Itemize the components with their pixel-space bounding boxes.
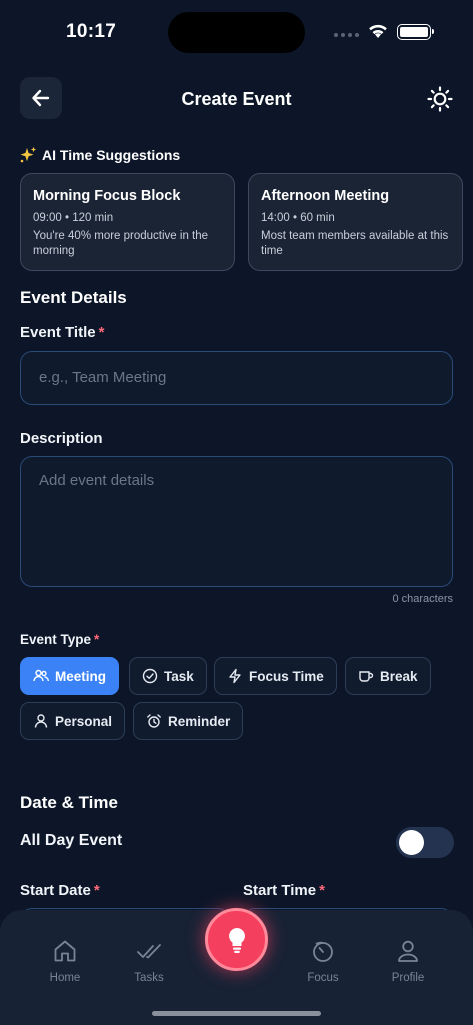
toggle-knob	[399, 830, 424, 855]
suggestion-title: Afternoon Meeting	[261, 188, 390, 204]
all-day-toggle[interactable]	[396, 827, 454, 858]
event-type-personal[interactable]: Personal	[20, 702, 126, 740]
date-time-heading: Date & Time	[20, 793, 118, 812]
event-title-placeholder: e.g., Team Meeting	[39, 369, 167, 386]
event-type-meeting[interactable]: Meeting	[20, 657, 120, 695]
event-title-label: Event Title *	[20, 324, 104, 341]
suggestion-description: Most team members available at this time	[261, 230, 449, 257]
description-label: Description	[20, 430, 103, 447]
battery-icon	[397, 24, 434, 40]
chip-label: Task	[164, 668, 194, 684]
dynamic-island	[168, 12, 305, 53]
event-type-label: Event Type *	[20, 632, 99, 647]
start-date-label-text: Start Date	[20, 882, 91, 899]
description-textarea[interactable]: Add event details	[20, 456, 453, 587]
chip-label: Personal	[55, 713, 113, 729]
ai-suggestions-heading: AI Time Suggestions	[19, 146, 180, 164]
character-counter: 0 characters	[392, 593, 453, 605]
page-title: Create Event	[181, 89, 292, 109]
suggestions-carousel[interactable]: Morning Focus Block 09:00 • 120 min You'…	[20, 173, 473, 271]
user-icon	[34, 714, 48, 728]
event-type-focus-time[interactable]: Focus Time	[214, 657, 337, 695]
description-placeholder: Add event details	[39, 472, 155, 489]
chip-label: Reminder	[168, 713, 231, 729]
ai-assist-fab-button[interactable]	[205, 908, 268, 971]
required-mark: *	[98, 324, 105, 341]
chip-label: Meeting	[55, 668, 107, 684]
suggestion-title: Morning Focus Block	[33, 188, 181, 204]
wifi-icon	[369, 24, 387, 38]
tab-focus[interactable]: Focus	[288, 938, 358, 984]
event-type-reminder[interactable]: Reminder	[133, 702, 244, 740]
start-time-label: Start Time *	[243, 882, 325, 899]
coffee-icon	[359, 671, 374, 682]
start-time-label-text: Start Time	[243, 882, 317, 899]
check-circle-icon	[142, 668, 158, 684]
event-type-task[interactable]: Task	[129, 657, 207, 695]
lightbulb-icon	[228, 927, 245, 953]
all-day-label: All Day Event	[20, 832, 123, 849]
tab-profile[interactable]: Profile	[373, 938, 443, 984]
required-mark: *	[319, 882, 325, 899]
tab-label: Home	[49, 972, 81, 984]
profile-icon	[398, 940, 418, 962]
status-time: 10:17	[66, 21, 117, 42]
suggestion-card[interactable]: Afternoon Meeting 14:00 • 60 min Most te…	[248, 173, 463, 271]
event-type-label-text: Event Type	[20, 632, 92, 647]
event-title-input[interactable]: e.g., Team Meeting	[20, 351, 453, 405]
event-type-options: Meeting Task Focus Time Break Personal R…	[20, 657, 460, 740]
tab-label: Tasks	[134, 972, 164, 984]
required-mark: *	[93, 882, 100, 899]
cellular-signal-icon	[334, 33, 359, 37]
chip-label: Focus Time	[249, 668, 324, 684]
suggestion-meta: 14:00 • 60 min	[261, 212, 335, 224]
chip-label: Break	[380, 668, 418, 684]
suggestion-description: You're 40% more productive in the mornin…	[33, 230, 209, 257]
double-check-icon	[137, 944, 161, 959]
tab-tasks[interactable]: Tasks	[114, 938, 184, 984]
event-title-label-text: Event Title	[20, 324, 96, 341]
required-mark: *	[94, 632, 100, 647]
sparkles-icon	[20, 146, 37, 163]
home-icon	[54, 940, 76, 962]
event-details-heading: Event Details	[20, 288, 127, 307]
suggestion-card[interactable]: Morning Focus Block 09:00 • 120 min You'…	[20, 173, 235, 271]
event-type-break[interactable]: Break	[345, 657, 431, 695]
tab-label: Profile	[391, 972, 425, 984]
tab-label: Focus	[307, 972, 339, 984]
status-bar: 10:17	[0, 0, 473, 64]
home-indicator	[152, 1011, 321, 1016]
ai-suggestions-title: AI Time Suggestions	[42, 147, 181, 163]
start-date-label: Start Date *	[20, 882, 100, 899]
tab-home[interactable]: Home	[30, 938, 100, 984]
sun-icon	[427, 86, 453, 112]
theme-toggle-button[interactable]	[424, 83, 456, 115]
lightning-icon	[229, 668, 241, 684]
alarm-icon	[147, 714, 161, 728]
users-icon	[33, 669, 49, 682]
timer-icon	[313, 941, 333, 962]
suggestion-meta: 09:00 • 120 min	[33, 212, 114, 224]
